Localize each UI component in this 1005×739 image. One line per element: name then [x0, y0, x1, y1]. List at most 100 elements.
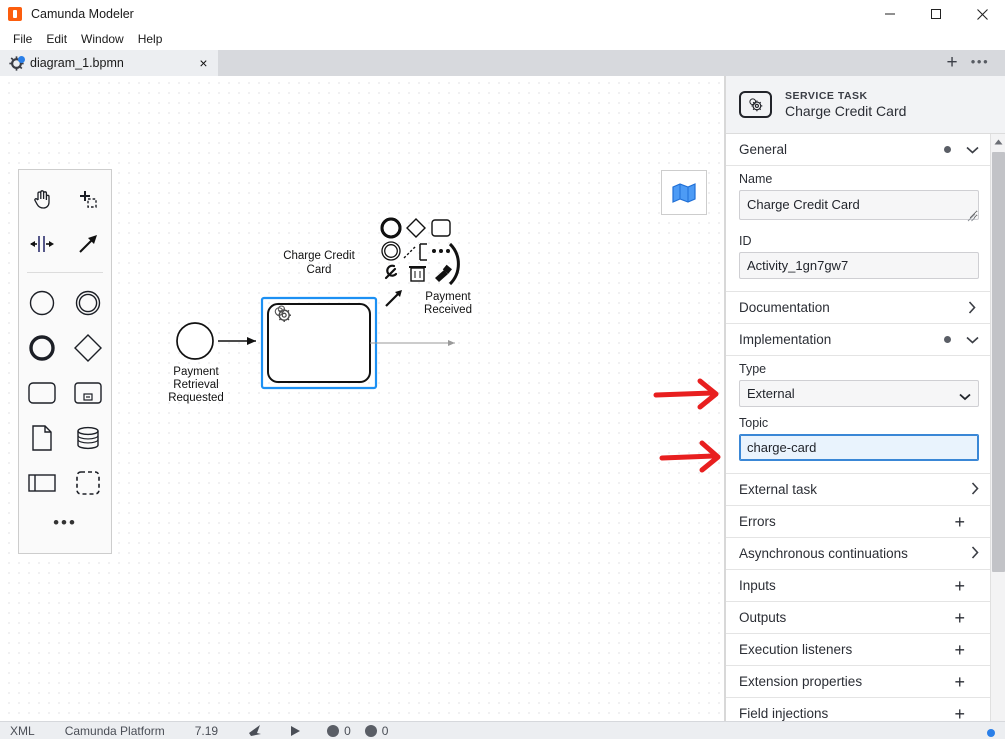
row-extension-properties[interactable]: Extension properties + — [726, 666, 992, 698]
service-task-label: Charge Credit Card — [272, 249, 366, 277]
group-header-general[interactable]: General — [726, 134, 992, 166]
window-controls — [867, 0, 1005, 28]
properties-header: SERVICE TASK Charge Credit Card — [726, 76, 1005, 134]
start-event-icon[interactable] — [19, 280, 65, 325]
group-header-documentation[interactable]: Documentation — [726, 292, 992, 324]
unsaved-indicator-dot — [18, 55, 25, 63]
service-task-label-line-2: Card — [306, 264, 332, 276]
field-label-type: Type — [739, 362, 767, 376]
maximize-icon[interactable] — [913, 0, 959, 28]
camunda-modeler-window: Camunda Modeler File Edit Window Help di… — [0, 0, 1005, 739]
element-name-label: Charge Credit Card — [785, 103, 907, 119]
field-label-topic: Topic — [739, 416, 769, 430]
row-errors[interactable]: Errors + — [726, 506, 992, 538]
status-xml-button[interactable]: XML — [10, 724, 35, 738]
plus-icon[interactable]: + — [954, 577, 965, 595]
name-input[interactable]: Charge Credit Card — [739, 190, 979, 220]
warning-count-indicator[interactable]: 0 — [364, 723, 389, 738]
minimize-icon[interactable] — [867, 0, 913, 28]
properties-panel: SERVICE TASK Charge Credit Card General … — [725, 76, 1005, 721]
field-label-name: Name — [739, 172, 773, 186]
field-type: Type ExternalJava classExpressionDelegat… — [739, 362, 979, 407]
row-label-extension-properties: Extension properties — [739, 674, 863, 689]
topic-input[interactable] — [739, 434, 979, 461]
new-tab-button[interactable]: + — [939, 50, 965, 76]
row-inputs[interactable]: Inputs + — [726, 570, 992, 602]
global-connect-tool-icon[interactable] — [65, 221, 111, 266]
set-color-brush-icon[interactable] — [435, 264, 452, 282]
delete-trash-icon[interactable] — [409, 266, 426, 282]
subprocess-icon[interactable] — [65, 370, 111, 415]
app-title: Camunda Modeler — [31, 7, 134, 21]
bpmn-palette: ••• — [18, 169, 112, 554]
minimap-toggle-button[interactable] — [661, 170, 707, 215]
camunda-logo-icon — [8, 7, 22, 21]
scrollbar-thumb[interactable] — [992, 152, 1005, 572]
row-asynchronous-continuations[interactable]: Asynchronous continuations — [726, 538, 992, 570]
plus-icon[interactable]: + — [954, 705, 965, 722]
plus-icon[interactable]: + — [954, 641, 965, 659]
type-select[interactable]: ExternalJava classExpressionDelegate exp… — [739, 380, 979, 407]
group-label-documentation: Documentation — [739, 300, 830, 315]
more-options-icon[interactable] — [432, 249, 450, 253]
plus-icon[interactable]: + — [954, 609, 965, 627]
row-external-task[interactable]: External task — [726, 474, 992, 506]
start-event-label-line-2: Retrieval — [173, 379, 219, 391]
error-badge-icon — [327, 724, 340, 737]
menu-item-window[interactable]: Window — [74, 30, 131, 49]
taskbar-notification-dot — [987, 729, 995, 737]
chevron-down-icon — [965, 146, 979, 154]
deploy-rocket-icon[interactable] — [248, 724, 263, 737]
task-icon[interactable] — [19, 370, 65, 415]
id-input[interactable] — [739, 252, 979, 279]
field-topic: Topic — [739, 416, 979, 461]
replace-wrench-icon[interactable] — [384, 264, 398, 280]
plus-icon[interactable]: + — [954, 513, 965, 531]
row-outputs[interactable]: Outputs + — [726, 602, 992, 634]
tab-close-icon[interactable]: × — [196, 55, 211, 70]
play-icon[interactable] — [289, 725, 301, 737]
chevron-right-icon — [971, 481, 979, 498]
menu-item-help[interactable]: Help — [131, 30, 170, 49]
service-task-shape — [267, 303, 371, 383]
bpmn-canvas[interactable]: Payment Retrieval Requested Charge Credi… — [0, 76, 725, 721]
append-gateway-icon[interactable] — [406, 218, 426, 238]
group-header-implementation[interactable]: Implementation — [726, 324, 992, 356]
status-version-label: 7.19 — [194, 723, 219, 738]
hand-tool-icon[interactable] — [19, 176, 65, 221]
menu-item-file[interactable]: File — [6, 30, 39, 49]
gateway-icon[interactable] — [65, 325, 111, 370]
palette-more-icon[interactable]: ••• — [19, 505, 111, 547]
close-icon[interactable] — [959, 0, 1005, 28]
connect-arrow-icon[interactable] — [385, 290, 402, 307]
tab-overflow-menu-icon[interactable]: ••• — [965, 50, 995, 76]
scroll-up-icon[interactable] — [991, 134, 1005, 150]
intermediate-event-icon[interactable] — [65, 280, 111, 325]
row-field-injections[interactable]: Field injections + — [726, 698, 992, 722]
group-icon[interactable] — [65, 460, 111, 505]
error-count-indicator[interactable]: 0 — [327, 724, 351, 738]
tab-diagram-1-bpmn[interactable]: diagram_1.bpmn × — [0, 50, 218, 76]
menu-item-edit[interactable]: Edit — [39, 30, 74, 49]
plus-icon[interactable]: + — [954, 673, 965, 691]
properties-scrollbar[interactable] — [990, 134, 1005, 721]
space-tool-icon[interactable] — [19, 221, 65, 266]
start-event-shape — [176, 322, 214, 360]
data-store-icon[interactable] — [65, 415, 111, 460]
palette-divider — [27, 272, 103, 273]
warning-count-value: 0 — [381, 723, 389, 738]
group-body-general: Name Charge Credit Card ID — [726, 166, 992, 292]
row-execution-listeners[interactable]: Execution listeners + — [726, 634, 992, 666]
append-text-annotation-icon[interactable] — [403, 243, 427, 261]
properties-header-text: SERVICE TASK Charge Credit Card — [785, 90, 906, 119]
context-pad[interactable] — [378, 216, 478, 346]
append-intermediate-event-icon[interactable] — [381, 241, 401, 261]
row-label-errors: Errors — [739, 514, 776, 529]
field-id: ID — [739, 234, 979, 279]
lasso-tool-icon[interactable] — [65, 176, 111, 221]
end-event-icon[interactable] — [19, 325, 65, 370]
append-task-icon[interactable] — [431, 219, 451, 237]
tab-bar: diagram_1.bpmn × + ••• — [0, 50, 1005, 76]
participant-icon[interactable] — [19, 460, 65, 505]
data-object-icon[interactable] — [19, 415, 65, 460]
